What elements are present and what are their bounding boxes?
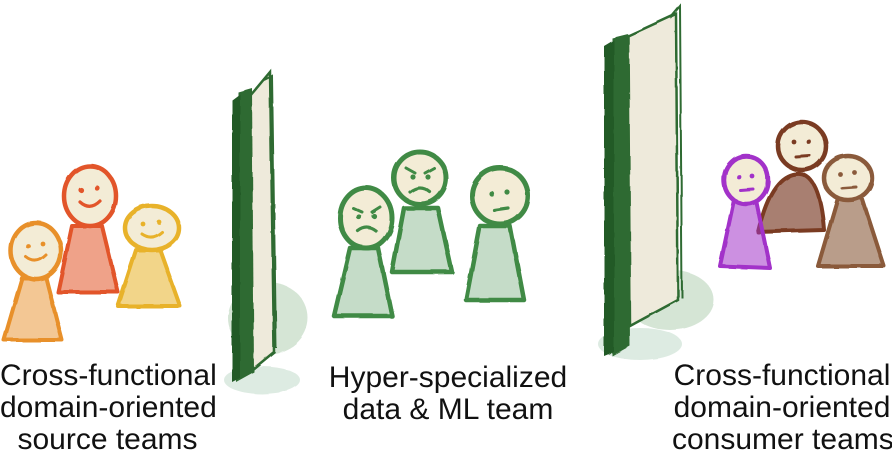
ml-person-left bbox=[331, 185, 395, 319]
ml-team-label: Hyper-specialized data & ML team bbox=[318, 362, 578, 426]
ml-person-middle bbox=[389, 149, 455, 275]
consumer-label-line-1: Cross-functional bbox=[673, 359, 891, 392]
source-teams-group bbox=[2, 163, 182, 342]
ml-person-right bbox=[463, 165, 531, 303]
source-label-line-1: Cross-functional bbox=[0, 359, 217, 392]
ml-label-line-1: Hyper-specialized bbox=[328, 361, 568, 394]
source-person-red bbox=[56, 163, 120, 294]
consumer-teams-group bbox=[718, 119, 886, 270]
wall-left bbox=[224, 68, 308, 394]
consumer-person-brown-right bbox=[816, 153, 886, 268]
source-person-yellow bbox=[116, 203, 182, 308]
ml-team-group bbox=[331, 149, 531, 319]
consumer-label-line-2: domain-oriented bbox=[673, 391, 891, 424]
source-label-line-2: domain-oriented bbox=[0, 391, 217, 424]
consumer-teams-label: Cross-functional domain-oriented consume… bbox=[672, 360, 892, 456]
ml-label-line-2: data & ML team bbox=[342, 393, 554, 426]
source-teams-label: Cross-functional domain-oriented source … bbox=[0, 359, 217, 456]
source-person-orange bbox=[2, 220, 64, 342]
wall-right bbox=[598, 3, 714, 360]
source-label-line-3: source teams bbox=[17, 423, 198, 456]
consumer-label-line-3: consumer teams bbox=[672, 423, 892, 456]
